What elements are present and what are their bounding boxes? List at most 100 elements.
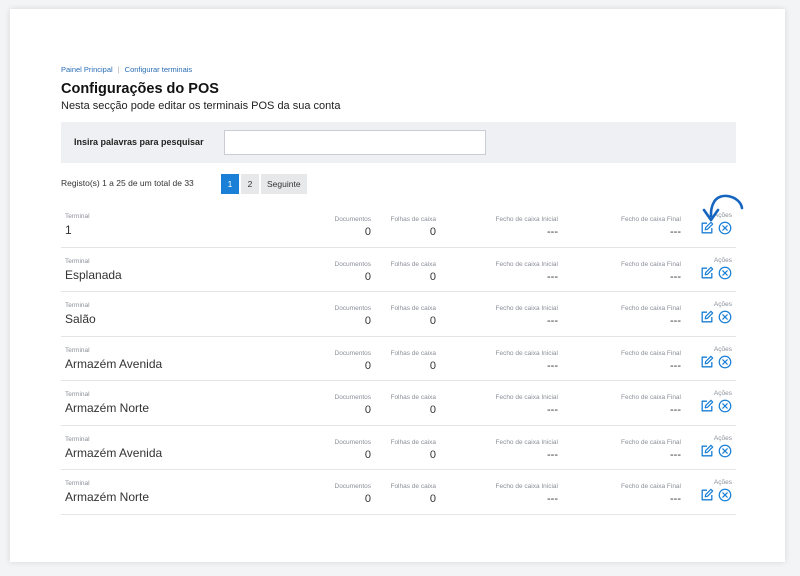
table-row: Terminal Armazém Norte Documentos 0 Folh… <box>61 470 736 515</box>
terminals-table: Terminal 1 Documentos 0 Folhas de caixa … <box>61 203 736 515</box>
row-actions <box>700 355 732 369</box>
terminal-label: Terminal <box>65 346 90 354</box>
delete-circle-x-icon[interactable] <box>718 399 732 413</box>
documentos-label: Documentos <box>334 438 372 446</box>
edit-icon[interactable] <box>700 444 714 458</box>
documentos-value: 0 <box>364 359 371 372</box>
fecho-inicial-value: --- <box>547 359 558 372</box>
delete-circle-x-icon[interactable] <box>718 355 732 369</box>
page-1-button[interactable]: 1 <box>221 174 239 194</box>
documentos-label: Documentos <box>334 394 372 401</box>
search-input[interactable] <box>224 130 486 155</box>
terminal-label: Terminal <box>65 435 90 443</box>
folhas-value: 0 <box>429 315 436 327</box>
records-info: Registo(s) 1 a 25 de um total de 33 <box>61 178 194 188</box>
delete-circle-x-icon[interactable] <box>718 488 732 502</box>
edit-icon[interactable] <box>700 355 714 369</box>
table-row: Terminal Salão Documentos 0 Folhas de ca… <box>61 292 736 337</box>
documentos-value: 0 <box>364 493 371 505</box>
folhas-label: Folhas de caixa <box>390 260 436 268</box>
page-2-button[interactable]: 2 <box>241 174 259 194</box>
acoes-label: Ações <box>713 301 732 308</box>
search-bar: Insira palavras para pesquisar <box>61 122 736 163</box>
breadcrumb-separator: | <box>117 65 120 74</box>
delete-circle-x-icon[interactable] <box>718 444 732 458</box>
page-title: Configurações do POS <box>61 81 219 97</box>
breadcrumb-current-link[interactable]: Configurar terminais <box>125 65 193 74</box>
fecho-inicial-value: --- <box>547 404 558 416</box>
terminal-name: Armazém Avenida <box>65 356 163 371</box>
breadcrumb: Painel Principal | Configurar terminais <box>61 65 192 74</box>
fecho-inicial-value: --- <box>547 448 558 461</box>
folhas-value: 0 <box>429 359 436 372</box>
fecho-final-label: Fecho de caixa Final <box>621 260 681 268</box>
documentos-label: Documentos <box>334 483 372 490</box>
terminal-name: Esplanada <box>65 267 122 282</box>
page-subtitle: Nesta secção pode editar os terminais PO… <box>61 100 341 112</box>
edit-icon[interactable] <box>700 488 714 502</box>
fecho-final-value: --- <box>670 404 681 416</box>
fecho-final-label: Fecho de caixa Final <box>621 305 681 312</box>
row-actions <box>700 399 732 413</box>
delete-circle-x-icon[interactable] <box>718 266 732 280</box>
fecho-final-value: --- <box>670 315 681 327</box>
table-row: Terminal Armazém Norte Documentos 0 Folh… <box>61 381 736 426</box>
documentos-value: 0 <box>364 270 371 283</box>
terminal-label: Terminal <box>65 213 90 220</box>
terminal-name: Armazém Norte <box>65 401 150 415</box>
fecho-final-value: --- <box>670 493 681 505</box>
documentos-label: Documentos <box>334 260 372 268</box>
delete-circle-x-icon[interactable] <box>718 310 732 324</box>
folhas-value: 0 <box>429 226 436 238</box>
table-row: Terminal Armazém Avenida Documentos 0 Fo… <box>61 337 736 381</box>
folhas-label: Folhas de caixa <box>390 216 436 223</box>
fecho-final-label: Fecho de caixa Final <box>621 438 681 446</box>
search-label: Insira palavras para pesquisar <box>74 137 204 147</box>
edit-icon[interactable] <box>700 266 714 280</box>
terminal-name: 1 <box>65 223 72 237</box>
documentos-value: 0 <box>364 404 371 416</box>
folhas-label: Folhas de caixa <box>390 483 436 490</box>
documentos-value: 0 <box>364 448 371 461</box>
row-actions <box>700 444 732 458</box>
folhas-label: Folhas de caixa <box>390 394 436 401</box>
edit-icon[interactable] <box>700 310 714 324</box>
acoes-label: Ações <box>713 345 732 353</box>
folhas-label: Folhas de caixa <box>390 438 436 446</box>
terminal-label: Terminal <box>65 480 90 487</box>
folhas-value: 0 <box>429 270 436 283</box>
fecho-inicial-label: Fecho de caixa Inicial <box>495 483 558 490</box>
row-actions <box>700 488 732 502</box>
fecho-final-value: --- <box>670 270 681 283</box>
folhas-label: Folhas de caixa <box>390 305 436 312</box>
row-actions <box>700 266 732 280</box>
acoes-label: Ações <box>713 390 732 397</box>
terminal-name: Salão <box>65 312 96 326</box>
edit-icon[interactable] <box>700 399 714 413</box>
fecho-inicial-value: --- <box>547 270 558 283</box>
acoes-label: Ações <box>713 479 732 486</box>
fecho-inicial-label: Fecho de caixa Inicial <box>495 349 558 357</box>
fecho-final-label: Fecho de caixa Final <box>621 483 681 490</box>
folhas-label: Folhas de caixa <box>390 349 436 357</box>
fecho-final-label: Fecho de caixa Final <box>621 216 681 223</box>
fecho-final-value: --- <box>670 226 681 238</box>
table-row: Terminal Armazém Avenida Documentos 0 Fo… <box>61 426 736 470</box>
documentos-label: Documentos <box>334 305 372 312</box>
documentos-label: Documentos <box>334 216 372 223</box>
folhas-value: 0 <box>429 404 436 416</box>
fecho-inicial-label: Fecho de caixa Inicial <box>495 216 558 223</box>
fecho-final-value: --- <box>670 448 681 461</box>
acoes-label: Ações <box>713 256 732 264</box>
documentos-value: 0 <box>364 315 371 327</box>
breadcrumb-home-link[interactable]: Painel Principal <box>61 65 113 74</box>
next-page-button[interactable]: Seguinte <box>261 174 307 194</box>
fecho-inicial-value: --- <box>547 493 558 505</box>
fecho-final-value: --- <box>670 359 681 372</box>
fecho-inicial-label: Fecho de caixa Inicial <box>495 394 558 401</box>
fecho-inicial-value: --- <box>547 315 558 327</box>
fecho-inicial-label: Fecho de caixa Inicial <box>495 260 558 268</box>
terminal-label: Terminal <box>65 302 90 309</box>
terminal-name: Armazém Norte <box>65 490 150 504</box>
folhas-value: 0 <box>429 448 436 461</box>
